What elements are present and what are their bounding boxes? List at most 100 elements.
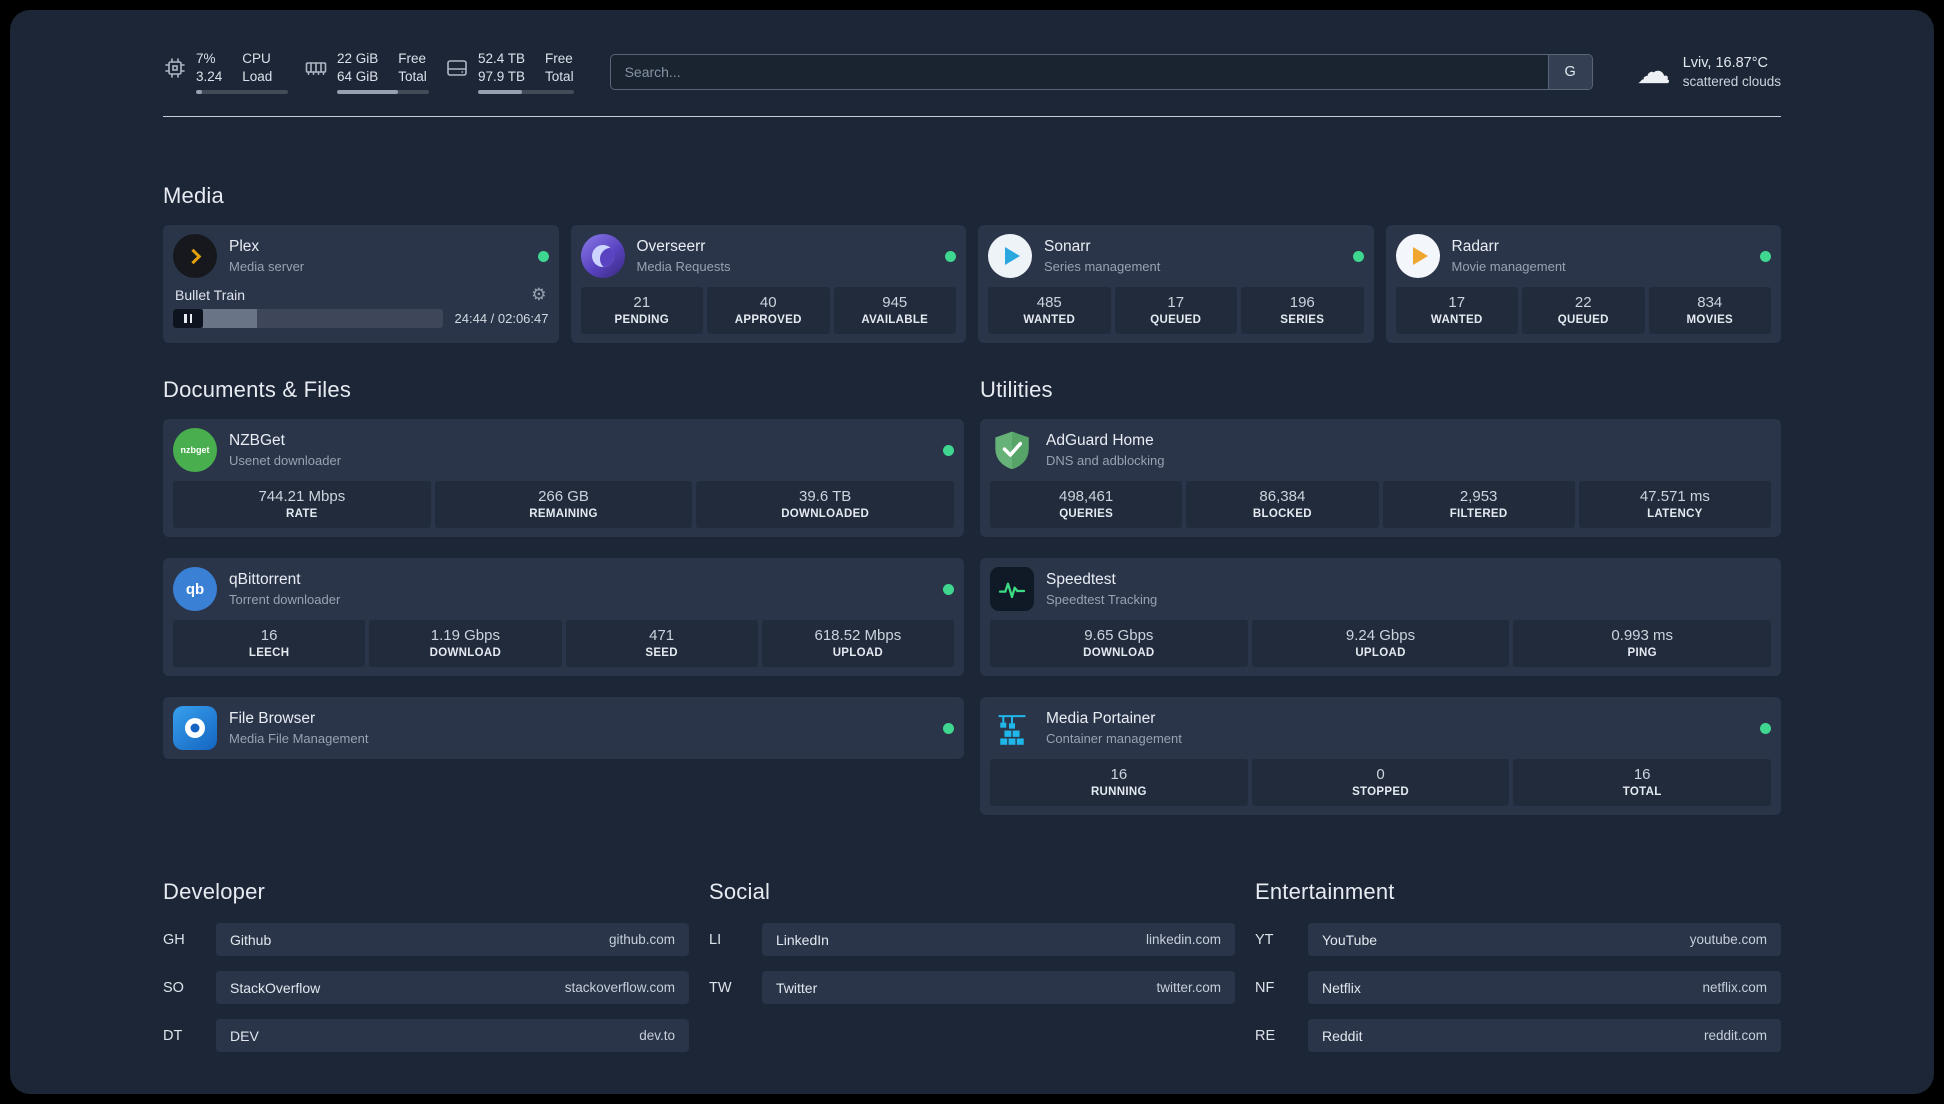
pause-button[interactable] [173,309,203,329]
stat-value: 1.19 Gbps [430,627,500,645]
stat-label: UPLOAD [1355,647,1406,660]
bookmark-group-social: Social LI LinkedIn linkedin.com TW Twitt… [709,879,1235,1052]
memory-icon [304,56,328,85]
disk-widget: 52.4 TB 97.9 TB Free Total [445,50,574,95]
bookmark-dev[interactable]: DT DEV dev.to [163,1019,689,1053]
stat-value: 196 [1289,294,1315,312]
stat-value: 16 [260,627,278,645]
bookmark-name: Twitter [776,979,818,996]
service-name: File Browser [229,710,316,728]
stat-label: APPROVED [734,314,802,327]
qbittorrent-icon: qb [173,567,217,612]
bookmark-abbr: YT [1255,931,1274,948]
bookmark-youtube[interactable]: YT YouTube youtube.com [1255,923,1781,957]
cpu-label: CPU [242,51,271,66]
bookmark-name: DEV [230,1027,259,1044]
stat-label: RUNNING [1090,786,1147,799]
search-provider-button[interactable]: G [1547,55,1592,90]
bookmark-linkedin[interactable]: LI LinkedIn linkedin.com [709,923,1235,957]
stat-cell: 21 PENDING [580,287,703,335]
stat-cell: 47.571 ms LATENCY [1578,481,1771,529]
stat-label: QUEUED [1150,314,1202,327]
service-card-qbittorrent[interactable]: qb qBittorrent Torrent downloader 16 LEE… [163,558,964,677]
service-card-radarr[interactable]: Radarr Movie management 17 WANTED 22 QUE… [1385,225,1781,344]
service-card-plex[interactable]: Plex Media server Bullet Train ⚙ 24:44 /… [163,225,559,344]
service-name: AdGuard Home [1046,432,1154,450]
service-card-sonarr[interactable]: Sonarr Series management 485 WANTED 17 Q… [978,225,1374,344]
stat-value: 22 [1574,294,1592,312]
status-dot [943,583,954,595]
stat-label: SEED [645,647,678,660]
stat-value: 40 [759,294,777,312]
stat-label: RATE [286,508,318,521]
bookmark-name: YouTube [1322,931,1378,948]
stat-value: 16 [1110,766,1128,784]
bookmark-stackoverflow[interactable]: SO StackOverflow stackoverflow.com [163,971,689,1005]
stat-label: QUERIES [1059,508,1114,521]
bookmark-github[interactable]: GH Github github.com [163,923,689,957]
bookmark-group-developer: Developer GH Github github.com SO StackO… [163,879,689,1053]
stat-cell: 39.6 TB DOWNLOADED [696,481,955,529]
search-bar: G [609,54,1593,91]
gear-icon[interactable]: ⚙ [531,286,546,303]
status-dot [943,722,954,734]
top-bar: 7% 3.24 CPU Load 22 GiB 64 GiB Free Tota… [163,50,1781,95]
stat-cell: 196 SERIES [1241,287,1364,335]
service-desc: Usenet downloader [229,453,342,469]
stat-label: AVAILABLE [861,314,929,327]
memory-free-label: Free [398,51,427,66]
memory-total-value: 64 GiB [337,68,379,84]
stat-cell: 0.993 ms PING [1513,620,1772,668]
stat-cell: 40 APPROVED [707,287,830,335]
bookmark-url: reddit.com [1703,1028,1767,1044]
stat-cell: 16 RUNNING [990,759,1248,807]
bookmark-url: netflix.com [1702,980,1767,996]
bookmark-group-entertainment: Entertainment YT YouTube youtube.com NF … [1255,879,1781,1053]
bookmark-abbr: DT [163,1027,183,1044]
bookmark-reddit[interactable]: RE Reddit reddit.com [1255,1019,1781,1053]
status-dot [1760,250,1771,262]
weather-widget: ☁ Lviv, 16.87°C scattered clouds [1637,55,1781,89]
bookmark-abbr: RE [1255,1027,1276,1044]
service-name: qBittorrent [229,571,301,589]
section-title-entertainment: Entertainment [1255,879,1395,905]
disk-progress-bar [478,90,574,95]
stat-label: WANTED [1023,314,1076,327]
playback-progress-bar[interactable] [173,309,443,329]
sonarr-icon [988,234,1032,279]
playback-time: 24:44 / 02:06:47 [454,311,549,327]
stat-value: 86,384 [1259,488,1306,506]
topbar-divider [163,116,1781,118]
documents-section: Documents & Files nzbget NZBGet Usenet d… [163,377,964,815]
service-desc: Series management [1044,259,1161,275]
filebrowser-icon [173,706,217,751]
service-card-overseerr[interactable]: Overseerr Media Requests 21 PENDING 40 A… [570,225,966,344]
bookmark-netflix[interactable]: NF Netflix netflix.com [1255,971,1781,1005]
section-title-developer: Developer [163,879,266,905]
bookmark-twitter[interactable]: TW Twitter twitter.com [709,971,1235,1005]
service-desc: Speedtest Tracking [1046,592,1158,608]
service-card-filebrowser[interactable]: File Browser Media File Management [163,697,964,760]
adguard-icon [990,428,1034,472]
playback-progress-fill [203,309,257,329]
media-section: Media Plex Media server Bullet Train ⚙ 2… [163,183,1781,344]
stat-value: 485 [1036,294,1062,312]
service-desc: DNS and adblocking [1046,453,1165,469]
service-card-speedtest[interactable]: Speedtest Speedtest Tracking 9.65 Gbps D… [980,558,1781,677]
memory-free-value: 22 GiB [337,51,379,66]
service-card-adguard[interactable]: AdGuard Home DNS and adblocking 498,461 … [980,419,1781,538]
stat-value: 618.52 Mbps [814,627,902,645]
service-card-nzbget[interactable]: nzbget NZBGet Usenet downloader 744.21 M… [163,419,964,538]
search-input[interactable] [609,54,1593,91]
stat-label: DOWNLOAD [1083,647,1155,660]
service-card-portainer[interactable]: Media Portainer Container management 16 … [980,697,1781,816]
service-desc: Container management [1046,731,1182,747]
section-title-media: Media [163,183,224,209]
weather-location: Lviv, 16.87°C [1682,55,1769,72]
status-dot [1760,722,1771,734]
status-dot [945,250,956,262]
stat-cell: 618.52 Mbps UPLOAD [761,620,954,668]
overseerr-icon [580,234,625,279]
cpu-widget: 7% 3.24 CPU Load [163,50,288,95]
stat-value: 744.21 Mbps [258,488,346,506]
